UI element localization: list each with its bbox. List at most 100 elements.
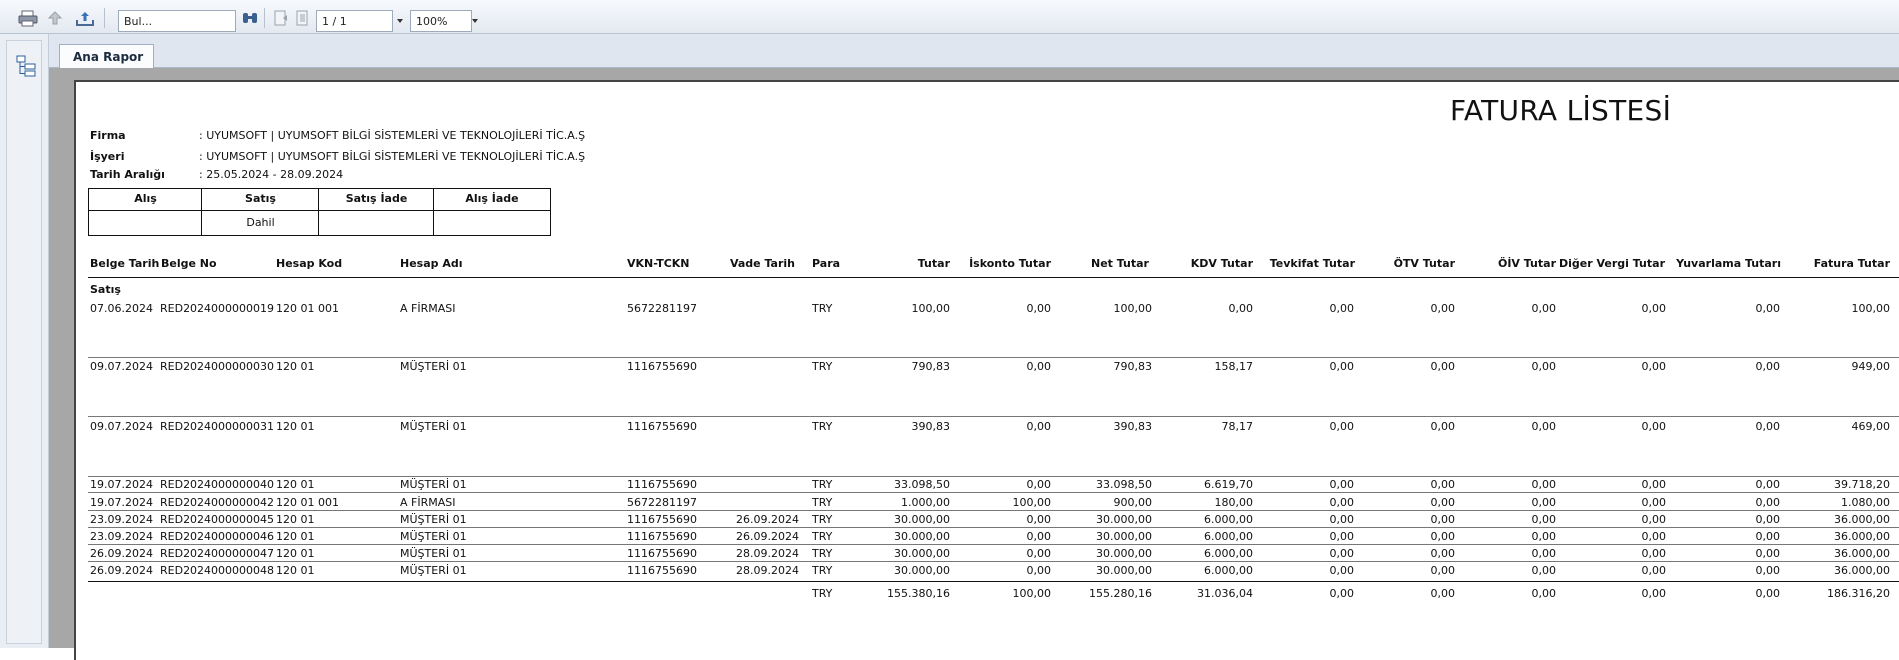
cell-diger-vergi-tutar: 0,00 bbox=[1641, 302, 1667, 315]
cell-oi-v-tutar: 0,00 bbox=[1531, 420, 1557, 433]
cell-fatura-tutar: 100,00 bbox=[1851, 302, 1891, 315]
column-header-oi-v-tutar: ÖİV Tutar bbox=[1497, 257, 1556, 270]
cell-yuvarlama-tutari: 0,00 bbox=[1755, 478, 1781, 491]
cell-otv-tutar: 0,00 bbox=[1430, 478, 1456, 491]
table-row[interactable]: 23.09.2024 RED2024000000046 120 01 MÜŞTERİ … bbox=[0, 530, 1899, 546]
cell-para: TRY bbox=[812, 513, 833, 526]
cell-fatura-tutar: 1.080,00 bbox=[1841, 496, 1890, 509]
cell-otv-tutar: 0,00 bbox=[1430, 302, 1456, 315]
table-row[interactable]: 19.07.2024 RED2024000000040 120 01 MÜŞTERİ … bbox=[0, 478, 1899, 494]
firma-label: Firma bbox=[90, 129, 126, 142]
cell-belge-no: RED2024000000045 bbox=[160, 513, 275, 526]
column-header-tutar: Tutar bbox=[917, 257, 950, 270]
cell-tevkifat-tutar: 0,00 bbox=[1329, 478, 1355, 491]
cell-i-skonto-tutar: 0,00 bbox=[1026, 302, 1052, 315]
cell-oi-v-tutar: 0,00 bbox=[1531, 530, 1557, 543]
cell-hesap-kod: 120 01 bbox=[276, 478, 315, 491]
first-page-icon[interactable] bbox=[271, 9, 291, 27]
cell-belge-tarih: 09.07.2024 bbox=[90, 360, 153, 373]
previous-page-icon[interactable] bbox=[293, 9, 313, 27]
cell-net-tutar: 30.000,00 bbox=[1096, 547, 1152, 560]
table-row[interactable]: 26.09.2024 RED2024000000048 120 01 MÜŞTERİ … bbox=[0, 564, 1899, 580]
cell-belge-tarih: 23.09.2024 bbox=[90, 513, 153, 526]
print-icon[interactable] bbox=[18, 9, 38, 27]
cell-hesap-adi: MÜŞTERİ 01 bbox=[400, 420, 467, 433]
cell-yuvarlama-tutari: 0,00 bbox=[1755, 302, 1781, 315]
table-row[interactable]: 23.09.2024 RED2024000000045 120 01 MÜŞTERİ … bbox=[0, 513, 1899, 529]
cell-vkn-tckn: 1116755690 bbox=[627, 420, 697, 433]
export-icon[interactable] bbox=[75, 9, 95, 27]
cell-yuvarlama-tutari: 0,00 bbox=[1755, 513, 1781, 526]
cell-yuvarlama-tutari: 0,00 bbox=[1755, 564, 1781, 577]
cell-kdv-tutar: 0,00 bbox=[1228, 302, 1254, 315]
column-header-tevkifat-tutar: Tevkifat Tutar bbox=[1269, 257, 1355, 270]
total-para: TRY bbox=[812, 587, 833, 600]
cell-para: TRY bbox=[812, 478, 833, 491]
cell-i-skonto-tutar: 0,00 bbox=[1026, 530, 1052, 543]
cell-belge-no: RED2024000000042 bbox=[160, 496, 275, 509]
cell-diger-vergi-tutar: 0,00 bbox=[1641, 530, 1667, 543]
zoom-dropdown-icon[interactable] bbox=[468, 10, 482, 32]
cell-belge-no: RED2024000000040 bbox=[160, 478, 275, 491]
filter-header-alis: Alış bbox=[134, 192, 157, 205]
search-input[interactable] bbox=[118, 10, 236, 32]
cell-otv-tutar: 0,00 bbox=[1430, 496, 1456, 509]
cell-para: TRY bbox=[812, 360, 833, 373]
cell-fatura-tutar: 36.000,00 bbox=[1834, 530, 1890, 543]
total-tevkifat-tutar: 0,00 bbox=[1329, 587, 1355, 600]
upload-arrow-icon[interactable] bbox=[45, 9, 65, 27]
cell-oi-v-tutar: 0,00 bbox=[1531, 513, 1557, 526]
table-row[interactable]: 09.07.2024 RED2024000000030 120 01 MÜŞTERİ … bbox=[0, 360, 1899, 376]
cell-vade-tarih: 28.09.2024 bbox=[736, 564, 799, 577]
cell-oi-v-tutar: 0,00 bbox=[1531, 564, 1557, 577]
cell-hesap-kod: 120 01 bbox=[276, 530, 315, 543]
cell-oi-v-tutar: 0,00 bbox=[1531, 302, 1557, 315]
cell-net-tutar: 33.098,50 bbox=[1096, 478, 1152, 491]
cell-belge-tarih: 07.06.2024 bbox=[90, 302, 153, 315]
total-tutar: 155.380,16 bbox=[887, 587, 950, 600]
tarih-value: : 25.05.2024 - 28.09.2024 bbox=[199, 168, 344, 181]
table-row[interactable]: 07.06.2024 RED2024000000019 120 01 001 A Fİ… bbox=[0, 302, 1899, 318]
group-tree-toggle-icon[interactable] bbox=[16, 55, 38, 77]
binoculars-icon[interactable] bbox=[240, 9, 260, 27]
cell-fatura-tutar: 39.718,20 bbox=[1834, 478, 1890, 491]
cell-hesap-adi: A FİRMASI bbox=[400, 302, 456, 315]
cell-tutar: 30.000,00 bbox=[894, 513, 950, 526]
cell-para: TRY bbox=[812, 547, 833, 560]
cell-oi-v-tutar: 0,00 bbox=[1531, 478, 1557, 491]
zoom-input[interactable] bbox=[410, 10, 472, 32]
cell-vkn-tckn: 1116755690 bbox=[627, 513, 697, 526]
cell-tutar: 1.000,00 bbox=[901, 496, 950, 509]
cell-vkn-tckn: 5672281197 bbox=[627, 302, 697, 315]
cell-diger-vergi-tutar: 0,00 bbox=[1641, 478, 1667, 491]
cell-i-skonto-tutar: 0,00 bbox=[1026, 360, 1052, 373]
report-tab-bar: Ana Rapor bbox=[49, 34, 1899, 69]
cell-hesap-adi: MÜŞTERİ 01 bbox=[400, 547, 467, 560]
cell-i-skonto-tutar: 0,00 bbox=[1026, 478, 1052, 491]
cell-fatura-tutar: 469,00 bbox=[1851, 420, 1891, 433]
cell-yuvarlama-tutari: 0,00 bbox=[1755, 530, 1781, 543]
table-row[interactable]: 19.07.2024 RED2024000000042 120 01 001 A Fİ… bbox=[0, 496, 1899, 512]
cell-diger-vergi-tutar: 0,00 bbox=[1641, 360, 1667, 373]
cell-net-tutar: 390,83 bbox=[1113, 420, 1153, 433]
firma-value: : UYUMSOFT | UYUMSOFT BİLGİ SİSTEMLERİ V… bbox=[199, 129, 586, 142]
table-row[interactable]: 26.09.2024 RED2024000000047 120 01 MÜŞTERİ … bbox=[0, 547, 1899, 563]
cell-belge-tarih: 26.09.2024 bbox=[90, 547, 153, 560]
page-number-input[interactable] bbox=[316, 10, 393, 32]
cell-vkn-tckn: 1116755690 bbox=[627, 547, 697, 560]
column-header-yuvarlama-tutari: Yuvarlama Tutarı bbox=[1676, 257, 1781, 270]
report-title: FATURA LİSTESİ bbox=[1450, 94, 1672, 127]
cell-tutar: 100,00 bbox=[911, 302, 951, 315]
column-header-kdv-tutar: KDV Tutar bbox=[1190, 257, 1253, 270]
cell-i-skonto-tutar: 100,00 bbox=[1012, 496, 1052, 509]
tab-ana-rapor[interactable]: Ana Rapor bbox=[59, 44, 155, 69]
cell-kdv-tutar: 6.000,00 bbox=[1204, 547, 1253, 560]
row-divider bbox=[88, 357, 1899, 358]
filter-header-satis: Satış bbox=[245, 192, 276, 205]
filter-header-satis-iade: Satış İade bbox=[345, 192, 408, 205]
totals-divider bbox=[88, 581, 1899, 582]
page-dropdown-icon[interactable] bbox=[393, 10, 407, 32]
cell-hesap-kod: 120 01 bbox=[276, 547, 315, 560]
table-row[interactable]: 09.07.2024 RED2024000000031 120 01 MÜŞTERİ … bbox=[0, 420, 1899, 436]
totals-row-line: TRY 155.380,16 100,00 155.280,16 31.036,04 0,… bbox=[0, 587, 1899, 603]
